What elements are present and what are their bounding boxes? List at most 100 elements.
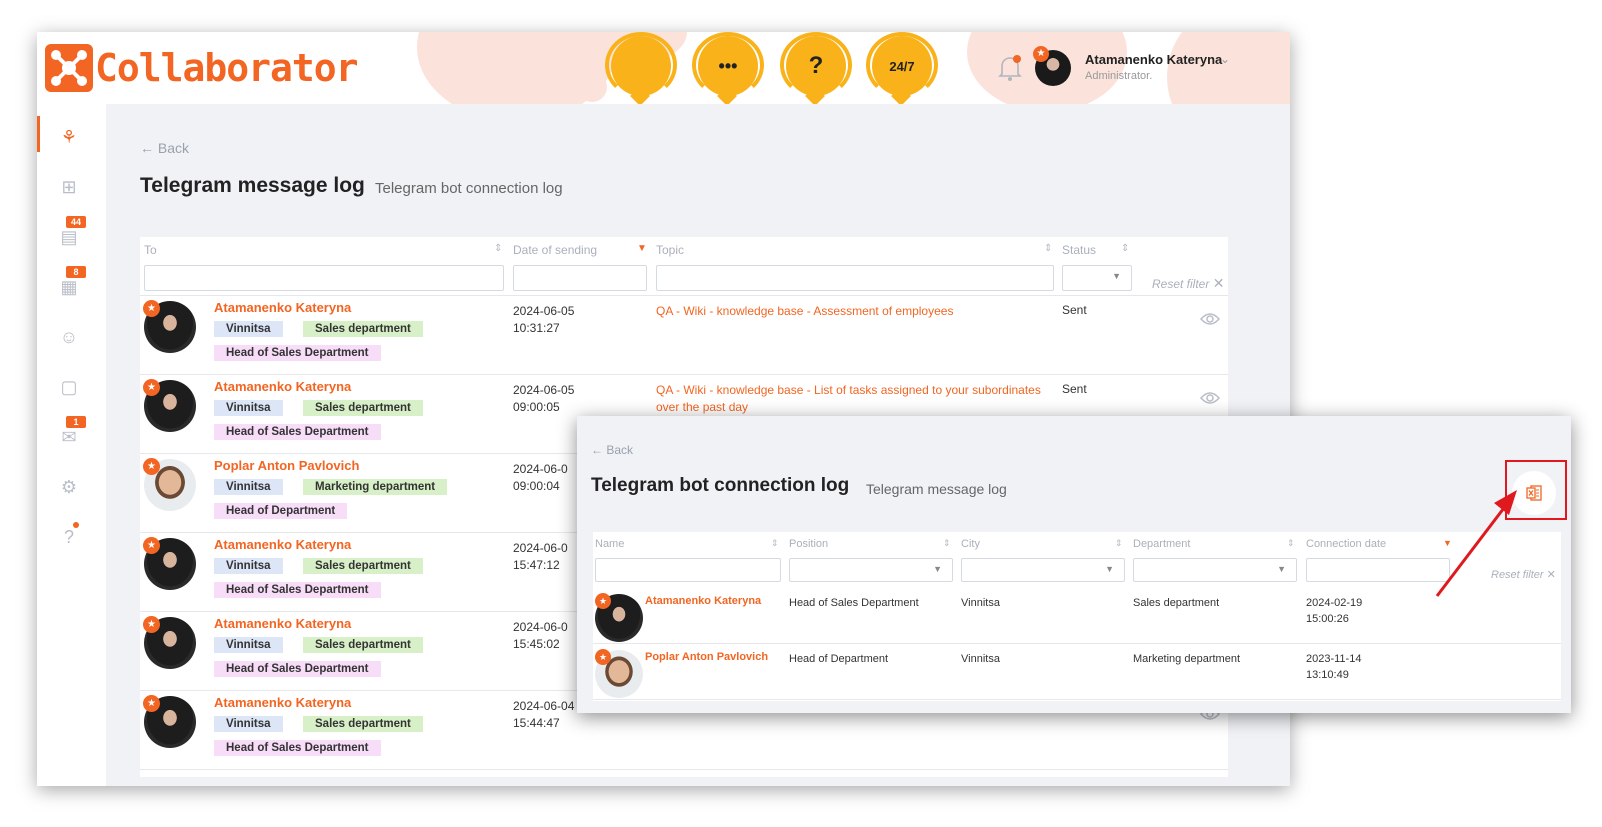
calendar-badge: 8 xyxy=(66,266,86,278)
position-cell: Head of Sales Department xyxy=(789,597,919,609)
city-tag: Vinnitsa xyxy=(214,637,283,653)
close-icon: ✕ xyxy=(1212,275,1225,291)
sort-icon[interactable]: ⇕ xyxy=(771,538,779,549)
sort-desc-icon[interactable]: ▼ xyxy=(637,243,647,254)
back-link[interactable]: ← Back xyxy=(591,443,633,457)
column-header-connection-date[interactable]: Connection date xyxy=(1306,538,1386,550)
column-header-name[interactable]: Name xyxy=(595,538,624,550)
inbox-badge: 1 xyxy=(66,416,86,428)
sort-desc-icon[interactable]: ▼ xyxy=(1443,538,1452,548)
sort-icon[interactable]: ⇕ xyxy=(1115,538,1123,549)
column-header-status[interactable]: Status xyxy=(1062,243,1096,257)
help-icon[interactable]: ? xyxy=(57,526,81,548)
filter-status-select[interactable] xyxy=(1062,265,1132,291)
24-7-support-button[interactable]: 24/7 xyxy=(866,32,938,98)
department-tag: Sales department xyxy=(303,321,423,337)
filter-to-input[interactable] xyxy=(144,265,504,291)
table-row[interactable]: ★ Atamanenko Kateryna Vinnitsa Sales depart… xyxy=(140,296,1228,375)
inbox-icon[interactable]: ✉ xyxy=(57,426,81,448)
employee-name[interactable]: Atamanenko Kateryna xyxy=(214,300,351,315)
bot-connection-table: Name ⇕ Position ⇕ City ⇕ Department ⇕ Co… xyxy=(593,532,1561,701)
city-tag: Vinnitsa xyxy=(214,716,283,732)
column-header-position[interactable]: Position xyxy=(789,538,828,550)
sort-icon[interactable]: ⇕ xyxy=(1287,538,1295,549)
position-cell: Head of Department xyxy=(789,653,889,665)
collaborator-logo[interactable]: Collaborator xyxy=(45,44,359,92)
message-topic[interactable]: QA - Wiki - knowledge base - List of tas… xyxy=(656,382,1056,416)
reset-filter-button[interactable]: Reset filter ✕ xyxy=(1152,275,1224,292)
column-header-city[interactable]: City xyxy=(961,538,980,550)
gear-icon[interactable]: ⚙ xyxy=(57,476,81,498)
top-header: Collaborator ••• ? 24/7 ★ Atamanenko Kat… xyxy=(37,32,1290,104)
city-tag: Vinnitsa xyxy=(214,479,283,495)
help-notification-dot xyxy=(73,522,79,528)
connection-date-cell: 2024-02-19 15:00:26 xyxy=(1306,597,1363,625)
sort-icon[interactable]: ⇕ xyxy=(943,538,951,549)
filter-position-select[interactable] xyxy=(789,558,953,582)
bot-connection-log-window: ← Back Telegram bot connection log Teleg… xyxy=(577,416,1571,713)
column-header-department[interactable]: Department xyxy=(1133,538,1190,550)
employee-name[interactable]: Atamanenko Kateryna xyxy=(645,595,761,607)
position-tag: Head of Sales Department xyxy=(214,740,381,756)
employee-name[interactable]: Poplar Anton Pavlovich xyxy=(645,651,768,663)
chevron-down-icon[interactable]: ⌄ xyxy=(1220,52,1230,66)
table-row[interactable]: ★ Atamanenko Kateryna Head of Sales Depart… xyxy=(593,587,1561,644)
messenger-support-button[interactable]: ••• xyxy=(692,32,764,98)
star-icon: ★ xyxy=(143,616,160,633)
page-title: Telegram message log xyxy=(140,174,365,197)
filter-date-input[interactable] xyxy=(513,265,647,291)
department-tag: Sales department xyxy=(303,637,423,653)
status-text: Sent xyxy=(1062,382,1087,396)
employee-name[interactable]: Atamanenko Kateryna xyxy=(214,695,351,710)
filter-city-select[interactable] xyxy=(961,558,1125,582)
highlight-box xyxy=(1505,460,1567,520)
bell-icon[interactable] xyxy=(997,54,1023,82)
column-header-date[interactable]: Date of sending xyxy=(513,243,597,257)
department-cell: Sales department xyxy=(1133,597,1220,609)
position-tag: Head of Sales Department xyxy=(214,345,381,361)
star-icon: ★ xyxy=(143,379,160,396)
filter-topic-input[interactable] xyxy=(656,265,1054,291)
position-tag: Head of Sales Department xyxy=(214,582,381,598)
tasks-icon[interactable]: ▤ xyxy=(57,226,81,248)
column-header-topic[interactable]: Topic xyxy=(656,243,684,257)
filter-name-input[interactable] xyxy=(595,558,781,582)
structure-icon[interactable]: ⊞ xyxy=(57,176,81,198)
user-name[interactable]: Atamanenko Kateryna xyxy=(1085,52,1222,67)
filter-department-select[interactable] xyxy=(1133,558,1297,582)
employee-name[interactable]: Atamanenko Kateryna xyxy=(214,379,351,394)
employee-name[interactable]: Atamanenko Kateryna xyxy=(214,616,351,631)
sending-date: 2024-06-0 09:00:04 xyxy=(513,462,568,493)
position-tag: Head of Sales Department xyxy=(214,661,381,677)
sort-icon[interactable]: ⇕ xyxy=(1121,243,1129,254)
filter-connection-date-input[interactable] xyxy=(1306,558,1450,582)
back-link[interactable]: ← Back xyxy=(140,140,189,156)
owl-icon[interactable]: ☺ xyxy=(57,326,81,348)
table-row[interactable]: ★ Poplar Anton Pavlovich Head of Departmen… xyxy=(593,643,1561,700)
eye-icon[interactable] xyxy=(1200,312,1220,326)
chat-support-button[interactable] xyxy=(605,32,677,98)
logo-icon xyxy=(45,44,93,92)
sending-date: 2024-06-0 15:45:02 xyxy=(513,620,568,651)
star-icon: ★ xyxy=(143,300,160,317)
city-tag: Vinnitsa xyxy=(214,558,283,574)
eye-icon[interactable] xyxy=(1200,391,1220,405)
reset-filter-button[interactable]: Reset filter ✕ xyxy=(1491,568,1556,581)
hierarchy-icon[interactable]: ⚘ xyxy=(57,126,81,148)
tab-bot-connection-log[interactable]: Telegram bot connection log xyxy=(375,180,563,197)
department-tag: Sales department xyxy=(303,716,423,732)
sending-date: 2024-06-05 10:31:27 xyxy=(513,304,575,335)
employee-name[interactable]: Poplar Anton Pavlovich xyxy=(214,458,359,473)
employee-name[interactable]: Atamanenko Kateryna xyxy=(214,537,351,552)
clipboard-icon[interactable]: ▢ xyxy=(57,376,81,398)
sidebar: ⚘ ⊞ ▤ 44 ▦ 8 ☺ ▢ ✉ 1 ⚙ ? xyxy=(37,104,106,786)
city-tag: Vinnitsa xyxy=(214,400,283,416)
calendar-icon[interactable]: ▦ xyxy=(57,276,81,298)
sort-icon[interactable]: ⇕ xyxy=(1044,243,1052,254)
tab-message-log[interactable]: Telegram message log xyxy=(866,481,1007,497)
column-header-to[interactable]: To xyxy=(144,243,157,257)
tasks-badge: 44 xyxy=(66,216,86,228)
message-topic[interactable]: QA - Wiki - knowledge base - Assessment … xyxy=(656,303,1056,320)
sort-icon[interactable]: ⇕ xyxy=(494,243,502,254)
help-support-button[interactable]: ? xyxy=(780,32,852,98)
